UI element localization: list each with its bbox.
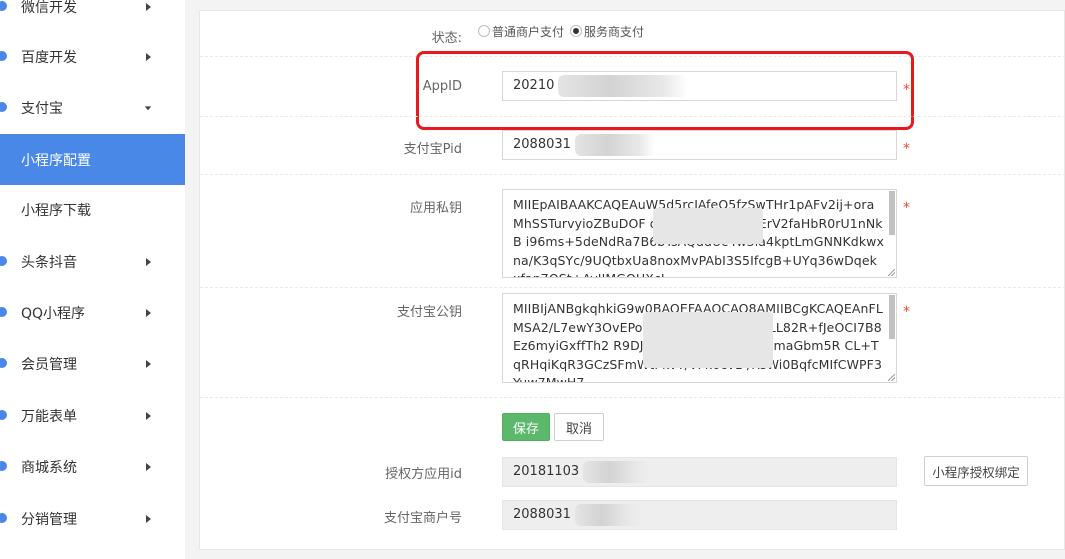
- sidebar-item-mall-system[interactable]: 商城系统: [0, 441, 185, 492]
- sidebar-item-member-management[interactable]: 会员管理: [0, 338, 185, 389]
- sidebar-item-qq-miniapp[interactable]: QQ小程序: [0, 287, 185, 338]
- sidebar-item-distribution[interactable]: 分销管理: [0, 493, 185, 544]
- appid-input[interactable]: 20210: [502, 71, 897, 101]
- share-icon: [0, 512, 8, 524]
- radio-label: 服务商支付: [584, 24, 645, 39]
- alipay-public-key-textarea[interactable]: MIIBIjANBgkqhkiG9w0BAQEFAAOCAQ8AMIIBCgKC…: [502, 293, 897, 383]
- sidebar-item-label: 万能表单: [21, 408, 77, 425]
- chevron-right-icon: [146, 2, 151, 11]
- sidebar-item-label: 商城系统: [21, 459, 77, 476]
- alipay-merchant-no-value: 2088031: [513, 507, 571, 522]
- chevron-right-icon: [146, 257, 151, 266]
- status-radio-group: 普通商户支付 服务商支付: [478, 21, 650, 41]
- required-mark: *: [903, 200, 910, 216]
- sidebar-item-alipay[interactable]: 支付宝: [0, 82, 185, 133]
- radio-label: 普通商户支付: [492, 24, 565, 39]
- radio-service-provider[interactable]: [570, 25, 583, 37]
- sidebar-item-miniapp-download[interactable]: 小程序下载: [0, 184, 185, 235]
- sidebar-item-label: 微信开发: [21, 0, 77, 16]
- redaction-blur: [574, 503, 641, 526]
- required-mark: *: [903, 304, 910, 320]
- sidebar: 微信开发 百度开发 支付宝 小程序配置 小程序下载 头条抖音 QQ小程序 会员管…: [0, 0, 185, 559]
- sidebar-item-label: 头条抖音: [21, 254, 77, 271]
- required-mark: *: [903, 82, 910, 98]
- chevron-right-icon: [146, 52, 151, 61]
- chevron-right-icon: [146, 514, 151, 523]
- cancel-button[interactable]: 取消: [554, 413, 604, 441]
- user-icon: [0, 357, 8, 369]
- config-form-panel: 状态: 普通商户支付 服务商支付 AppID 20210 * 支付宝Pid 20…: [199, 10, 1065, 550]
- chevron-right-icon: [146, 411, 151, 420]
- resize-handle[interactable]: [888, 374, 895, 381]
- redaction-blur: [653, 208, 763, 244]
- sidebar-item-label: 支付宝: [21, 100, 63, 117]
- save-button[interactable]: 保存: [502, 413, 550, 441]
- resize-handle[interactable]: [888, 269, 895, 276]
- miniapp-auth-bind-button[interactable]: 小程序授权绑定: [924, 456, 1028, 486]
- main-content: 状态: 普通商户支付 服务商支付 AppID 20210 * 支付宝Pid 20…: [185, 0, 1065, 559]
- alipay-merchant-no-input[interactable]: 2088031: [502, 500, 897, 530]
- appid-label: AppID: [422, 79, 462, 94]
- redaction-blur: [583, 460, 650, 483]
- divider: [200, 287, 1065, 288]
- auth-app-id-input[interactable]: 20181103: [502, 457, 897, 487]
- private-key-label: 应用私钥: [409, 201, 462, 216]
- scrollbar[interactable]: [889, 295, 895, 339]
- chevron-right-icon: [146, 308, 151, 317]
- required-mark: *: [903, 141, 910, 157]
- radio-normal-merchant[interactable]: [478, 25, 490, 37]
- divider: [200, 174, 1065, 175]
- scrollbar[interactable]: [889, 191, 895, 235]
- sidebar-item-toutiao-douyin[interactable]: 头条抖音: [0, 236, 185, 287]
- alipay-public-key-label: 支付宝公钥: [396, 305, 462, 320]
- divider: [200, 397, 1065, 398]
- sidebar-item-wechat-dev[interactable]: 微信开发: [0, 0, 185, 32]
- sidebar-item-baidu-dev[interactable]: 百度开发: [0, 31, 185, 82]
- wechat-icon: [0, 0, 8, 12]
- appid-value: 20210: [513, 78, 555, 93]
- alipay-pid-label: 支付宝Pid: [403, 142, 462, 157]
- alipay-merchant-no-label: 支付宝商户号: [383, 511, 462, 526]
- alipay-icon: [0, 101, 8, 113]
- chevron-right-icon: [146, 359, 151, 368]
- toutiao-icon: [0, 255, 8, 267]
- alipay-pid-input[interactable]: 2088031: [502, 130, 897, 160]
- sidebar-item-universal-form[interactable]: 万能表单: [0, 390, 185, 441]
- redaction-blur: [558, 74, 689, 97]
- status-label: 状态:: [431, 31, 462, 46]
- alipay-pid-value: 2088031: [513, 137, 571, 152]
- sidebar-item-label: 会员管理: [21, 356, 77, 373]
- redaction-blur: [574, 133, 655, 156]
- sidebar-item-label: 小程序配置: [21, 152, 91, 169]
- divider: [200, 56, 1065, 57]
- chevron-right-icon: [146, 462, 151, 471]
- divider: [200, 116, 1065, 117]
- private-key-textarea[interactable]: MIIEpAIBAAKCAQEAuW5d5rcJAfeQ5fzSwTHr1pAF…: [502, 189, 897, 278]
- auth-app-id-label: 授权方应用id: [385, 467, 462, 482]
- redaction-blur: [643, 312, 773, 368]
- sidebar-item-label: 小程序下载: [21, 202, 91, 219]
- chevron-down-icon: [144, 105, 152, 110]
- auth-app-id-value: 20181103: [513, 464, 580, 479]
- sidebar-item-label: 分销管理: [21, 511, 77, 528]
- shop-icon: [0, 460, 8, 472]
- qq-icon: [0, 306, 8, 318]
- sidebar-item-miniapp-config[interactable]: 小程序配置: [0, 134, 185, 185]
- form-icon: [0, 409, 8, 421]
- baidu-icon: [0, 50, 8, 62]
- sidebar-item-label: QQ小程序: [21, 305, 86, 322]
- sidebar-item-label: 百度开发: [21, 49, 77, 66]
